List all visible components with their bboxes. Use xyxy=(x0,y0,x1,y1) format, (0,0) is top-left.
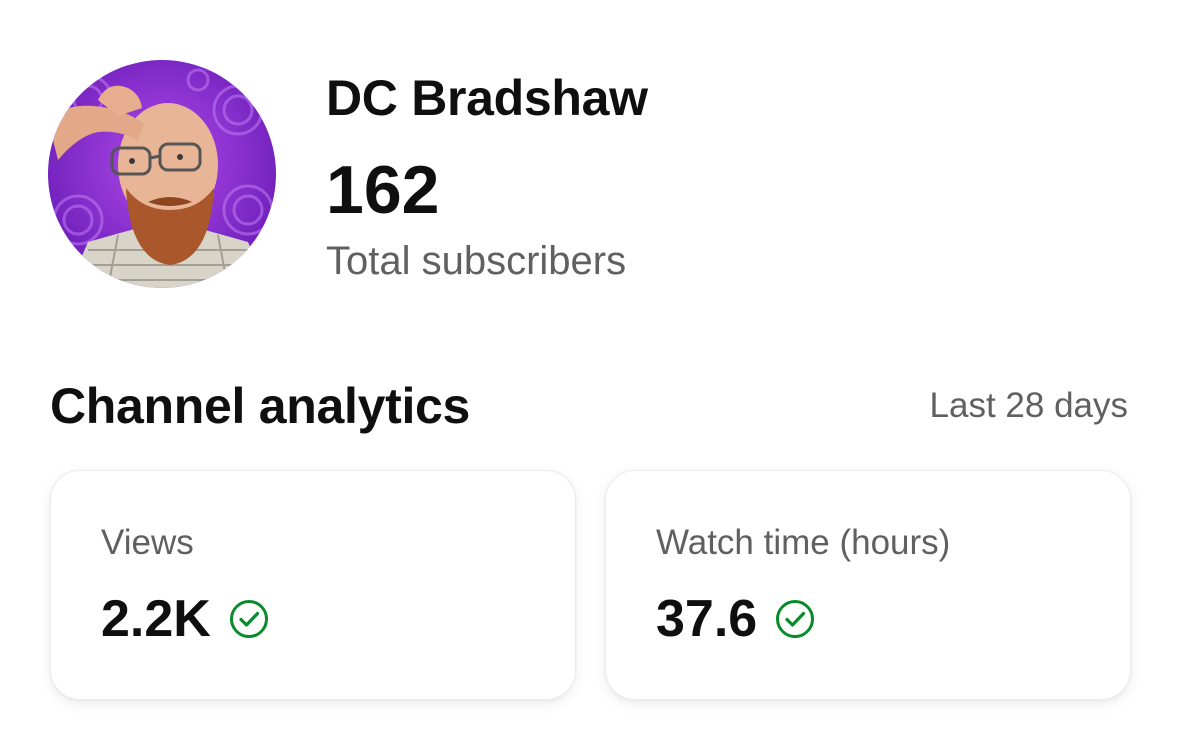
channel-analytics-page: DC Bradshaw 162 Total subscribers Channe… xyxy=(0,0,1179,746)
views-card[interactable]: Views 2.2K xyxy=(50,470,576,700)
check-circle-icon xyxy=(775,599,815,639)
channel-name[interactable]: DC Bradshaw xyxy=(326,68,648,128)
channel-header: DC Bradshaw 162 Total subscribers xyxy=(48,60,1128,290)
subscriber-label: Total subscribers xyxy=(326,239,627,283)
channel-info: DC Bradshaw 162 Total subscribers xyxy=(326,68,648,284)
views-value-row: 2.2K xyxy=(101,589,269,649)
check-circle-icon xyxy=(229,599,269,639)
views-value: 2.2K xyxy=(101,590,211,648)
analytics-cards: Views 2.2K Watch time (hours) 37.6 xyxy=(50,470,1131,700)
watch-time-value: 37.6 xyxy=(656,590,758,648)
channel-avatar[interactable] xyxy=(48,60,276,288)
watch-time-card[interactable]: Watch time (hours) 37.6 xyxy=(605,470,1131,700)
analytics-title: Channel analytics xyxy=(50,378,471,434)
views-label: Views xyxy=(101,523,194,562)
avatar-image xyxy=(48,60,276,288)
analytics-date-range[interactable]: Last 28 days xyxy=(930,386,1128,426)
watch-time-label: Watch time (hours) xyxy=(656,523,951,562)
analytics-header: Channel analytics Last 28 days xyxy=(50,376,1128,436)
watch-time-value-row: 37.6 xyxy=(656,589,815,649)
subscriber-count: 162 xyxy=(326,152,440,228)
